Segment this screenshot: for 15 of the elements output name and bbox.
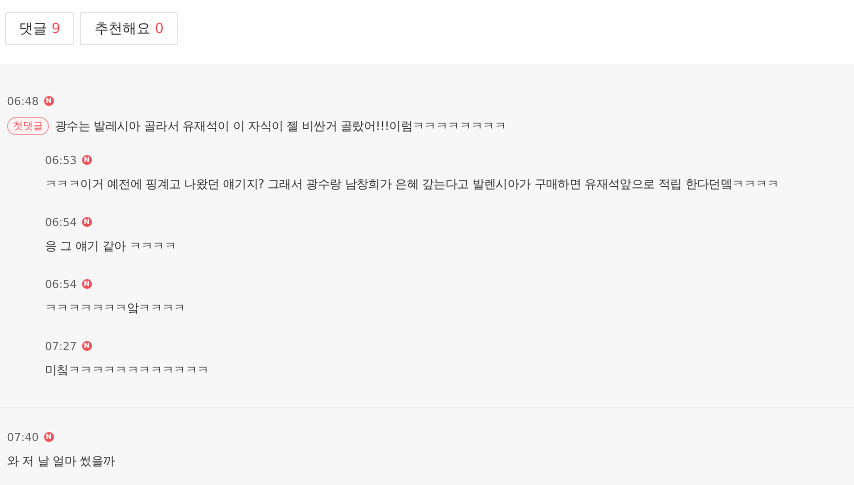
tab[interactable]: 추천해요 0 — [80, 12, 178, 45]
comment-text: 미칰ㅋㅋㅋㅋㅋㅋㅋㅋㅋㅋㅋㅋ — [45, 362, 209, 379]
comment-text: 와 저 날 얼마 썼을까 — [7, 453, 115, 470]
tab[interactable]: 댓글 9 — [5, 12, 74, 45]
comment-text: 광수는 발레시아 골라서 유재석이 이 자식이 젤 비싼거 골랐어!!!이럼ㅋㅋㅋㅋㅋㅋㅋㅋ — [55, 118, 506, 134]
first-comment-badge: 첫댓글 — [7, 117, 49, 135]
comment-time: 07:27 — [45, 340, 77, 352]
comment-text: ㅋㅋㅋ이거 예전에 핑계고 나왔던 얘기지? 그래서 광수랑 남창희가 은혜 갚는다고 발렌시아가 구매하면 유재석앞으로 적립 한다던뎈ㅋㅋㅋㅋ — [45, 176, 779, 193]
comment-time: 06:54 — [45, 278, 77, 290]
comment-text: ㅋㅋㅋㅋㅋㅋㅋ앜ㅋㅋㅋㅋ — [45, 300, 186, 317]
comment-time: 06:48 — [7, 94, 39, 108]
comment-time: 06:54 — [45, 216, 77, 228]
comment-text: 응 그 얘기 같아 ㅋㅋㅋㅋ — [45, 238, 176, 255]
comment-time: 06:53 — [45, 154, 77, 166]
comment-time: 07:40 — [7, 430, 39, 444]
